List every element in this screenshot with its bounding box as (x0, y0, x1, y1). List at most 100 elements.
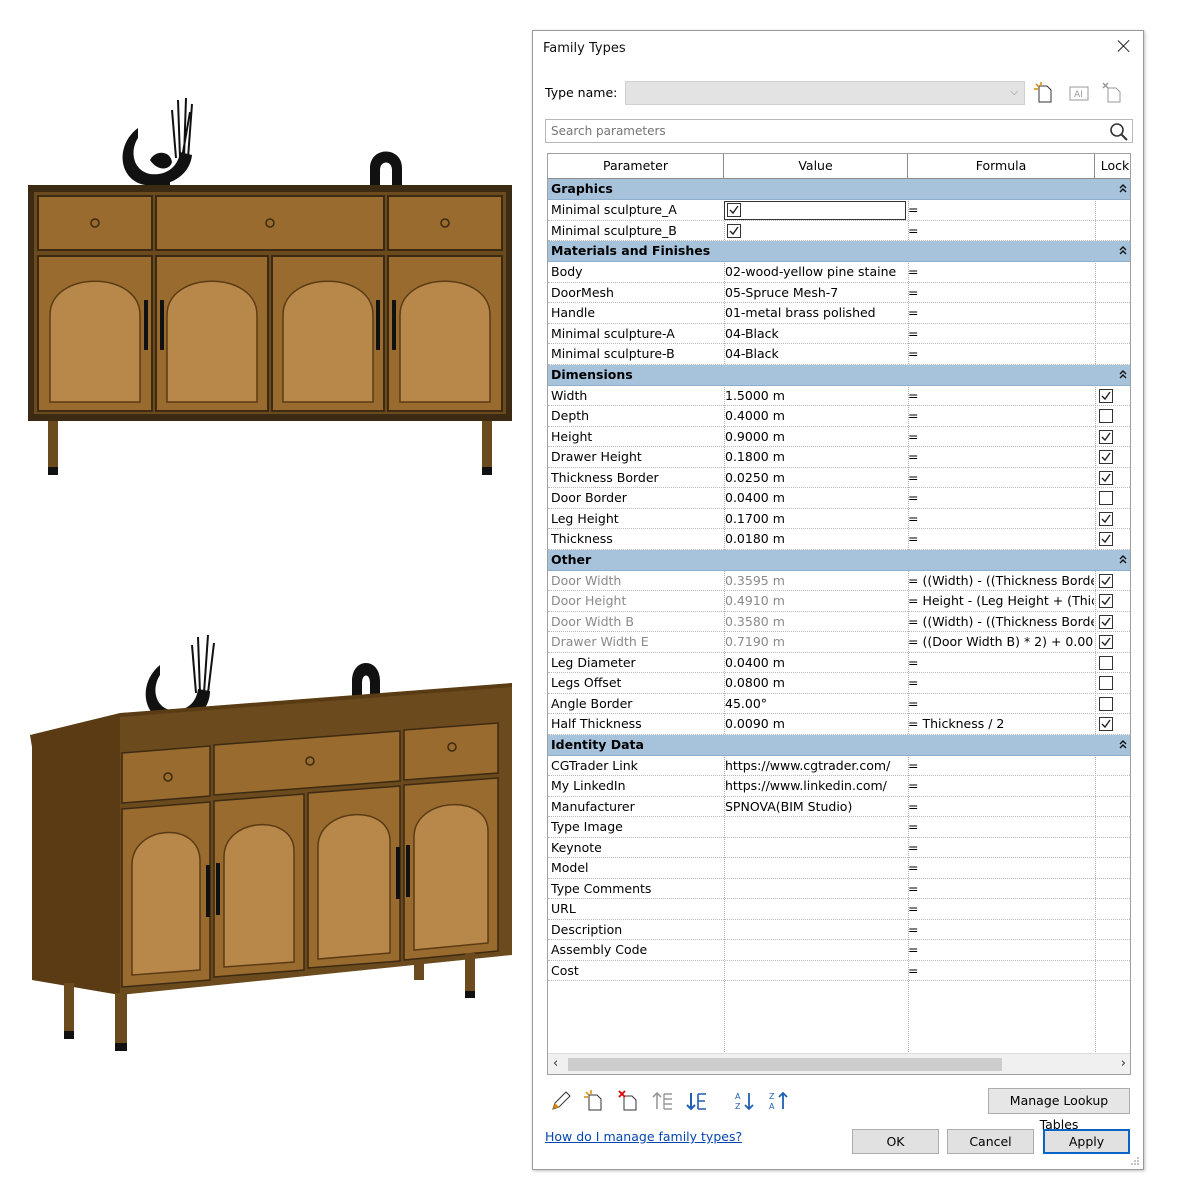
parameter-formula[interactable]: = (908, 858, 1094, 878)
parameter-row[interactable]: Model = (548, 858, 1130, 879)
parameter-formula[interactable]: = (908, 427, 1094, 447)
manage-lookup-tables-button[interactable]: Manage Lookup Tables (988, 1088, 1130, 1132)
parameter-value[interactable] (725, 817, 905, 837)
parameter-row[interactable]: Height 0.9000 m = (548, 427, 1130, 447)
parameter-value[interactable] (725, 920, 905, 940)
parameter-formula[interactable]: = (908, 488, 1094, 508)
parameter-formula[interactable]: = (908, 468, 1094, 488)
lock-checkbox[interactable] (1099, 655, 1113, 670)
parameter-formula[interactable]: = Thickness / 2 (908, 714, 1094, 734)
parameter-row[interactable]: Type Image = (548, 817, 1130, 838)
parameter-row[interactable]: URL = (548, 899, 1130, 920)
parameter-formula[interactable]: = (908, 200, 1094, 220)
lock-checkbox[interactable] (1099, 594, 1113, 608)
parameter-formula[interactable]: = (908, 344, 1094, 364)
duplicate-type-icon[interactable] (1033, 81, 1057, 105)
lock-checkbox[interactable] (1099, 388, 1113, 403)
cancel-button[interactable]: Cancel (947, 1129, 1034, 1154)
parameter-value[interactable]: 45.00° (725, 694, 905, 714)
new-parameter-icon[interactable] (583, 1089, 607, 1113)
parameter-row[interactable]: Half Thickness 0.0090 m = Thickness / 2 (548, 714, 1130, 735)
parameter-formula[interactable]: = (908, 673, 1094, 693)
parameter-row[interactable]: Handle 01-metal brass polished = (548, 303, 1130, 324)
parameter-value[interactable]: https://www.cgtrader.com/ (725, 756, 905, 776)
column-header-value[interactable]: Value (724, 154, 908, 179)
parameter-row[interactable]: Door Width 0.3595 m = ((Width) - ((Thickne… (548, 571, 1130, 591)
parameter-row[interactable]: Thickness 0.0180 m = (548, 529, 1130, 550)
scrollbar-thumb[interactable] (568, 1058, 1002, 1071)
parameter-row[interactable]: Thickness Border 0.0250 m = (548, 468, 1130, 488)
group-header[interactable]: Other (548, 549, 1130, 571)
parameter-value[interactable] (725, 961, 905, 981)
search-input[interactable] (551, 124, 1091, 138)
parameter-row[interactable]: DoorMesh 05-Spruce Mesh-7 = (548, 283, 1130, 303)
sort-ascending-icon[interactable]: A Z (733, 1089, 757, 1113)
parameter-row[interactable]: Legs Offset 0.0800 m = (548, 673, 1130, 694)
column-header-parameter[interactable]: Parameter (548, 154, 724, 179)
group-header[interactable]: Materials and Finishes (548, 241, 1130, 262)
parameter-formula[interactable]: = (908, 283, 1094, 303)
selected-cell[interactable] (724, 201, 906, 220)
lock-checkbox[interactable] (1099, 470, 1113, 485)
resize-grip-icon[interactable] (1130, 1156, 1140, 1166)
parameter-row[interactable]: My LinkedIn https://www.linkedin.com/= (548, 776, 1130, 797)
parameter-value[interactable] (725, 899, 905, 919)
parameter-formula[interactable]: = (908, 920, 1094, 940)
parameter-row[interactable]: Minimal sculpture-A 04-Black = (548, 324, 1130, 344)
move-up-icon[interactable] (651, 1089, 675, 1113)
search-icon[interactable] (1108, 121, 1130, 143)
close-icon[interactable] (1115, 37, 1133, 55)
parameter-row[interactable]: Drawer Height 0.1800 m = (548, 447, 1130, 468)
parameter-value[interactable] (725, 858, 905, 878)
parameter-formula[interactable]: = (908, 303, 1094, 323)
parameter-formula[interactable]: = (908, 899, 1094, 919)
parameter-value[interactable]: 04-Black (725, 344, 905, 364)
parameter-formula[interactable]: = (908, 776, 1094, 796)
type-name-dropdown[interactable]: ⌵ (625, 81, 1025, 105)
parameter-formula[interactable]: = (908, 817, 1094, 837)
lock-checkbox[interactable] (1099, 532, 1113, 546)
parameter-row[interactable]: Type Comments = (548, 879, 1130, 899)
horizontal-scrollbar[interactable]: ‹ › (548, 1053, 1130, 1074)
rename-type-icon[interactable]: AI (1067, 81, 1091, 105)
parameter-row[interactable]: Minimal sculpture_B = (548, 221, 1130, 241)
parameter-formula[interactable]: = (908, 529, 1094, 549)
parameter-value[interactable]: 0.1800 m (725, 447, 905, 467)
scroll-right-icon[interactable]: › (1121, 1056, 1126, 1071)
parameter-row[interactable]: Minimal sculpture-B 04-Black = (548, 344, 1130, 365)
parameter-formula[interactable]: = ((Width) - ((Thickness Border (908, 612, 1094, 632)
parameter-value[interactable]: 01-metal brass polished (725, 303, 905, 323)
apply-button[interactable]: Apply (1043, 1129, 1130, 1154)
parameter-value[interactable]: 04-Black (725, 324, 905, 344)
lock-checkbox[interactable] (1099, 614, 1113, 629)
parameter-formula[interactable]: = (908, 756, 1094, 776)
collapse-group-icon[interactable] (1118, 737, 1128, 751)
parameter-value[interactable]: 0.0400 m (725, 653, 905, 673)
lock-checkbox[interactable] (1099, 450, 1113, 464)
parameter-row[interactable]: Manufacturer SPNOVA(BIM Studio) = (548, 797, 1130, 817)
parameter-row[interactable]: Angle Border 45.00° = (548, 694, 1130, 714)
parameter-row[interactable]: Depth 0.4000 m = (548, 406, 1130, 427)
parameter-formula[interactable]: = (908, 694, 1094, 714)
value-checkbox[interactable] (727, 223, 741, 238)
lock-checkbox[interactable] (1099, 511, 1113, 526)
parameter-value[interactable]: https://www.linkedin.com/ (725, 776, 905, 796)
parameter-value[interactable]: 0.9000 m (725, 427, 905, 447)
parameter-row[interactable]: Keynote = (548, 838, 1130, 858)
collapse-group-icon[interactable] (1118, 552, 1128, 566)
parameter-formula[interactable]: = (908, 386, 1094, 406)
parameter-formula[interactable]: = (908, 879, 1094, 899)
column-header-lock[interactable]: Lock (1095, 154, 1130, 179)
parameter-row[interactable]: Minimal sculpture_A = (548, 200, 1130, 221)
parameter-formula[interactable]: = (908, 406, 1094, 426)
parameter-value[interactable]: 02-wood-yellow pine staine (725, 262, 905, 282)
parameter-value[interactable]: 0.0400 m (725, 488, 905, 508)
parameter-value[interactable]: 0.4000 m (725, 406, 905, 426)
scroll-left-icon[interactable]: ‹ (553, 1056, 558, 1071)
parameter-formula[interactable]: = ((Door Width B) * 2) + 0.003 (908, 632, 1094, 652)
lock-checkbox[interactable] (1099, 635, 1113, 649)
parameter-row[interactable]: Description = (548, 920, 1130, 940)
edit-parameter-icon[interactable] (549, 1089, 573, 1113)
parameter-formula[interactable]: = (908, 324, 1094, 344)
parameter-value[interactable]: 1.5000 m (725, 386, 905, 406)
